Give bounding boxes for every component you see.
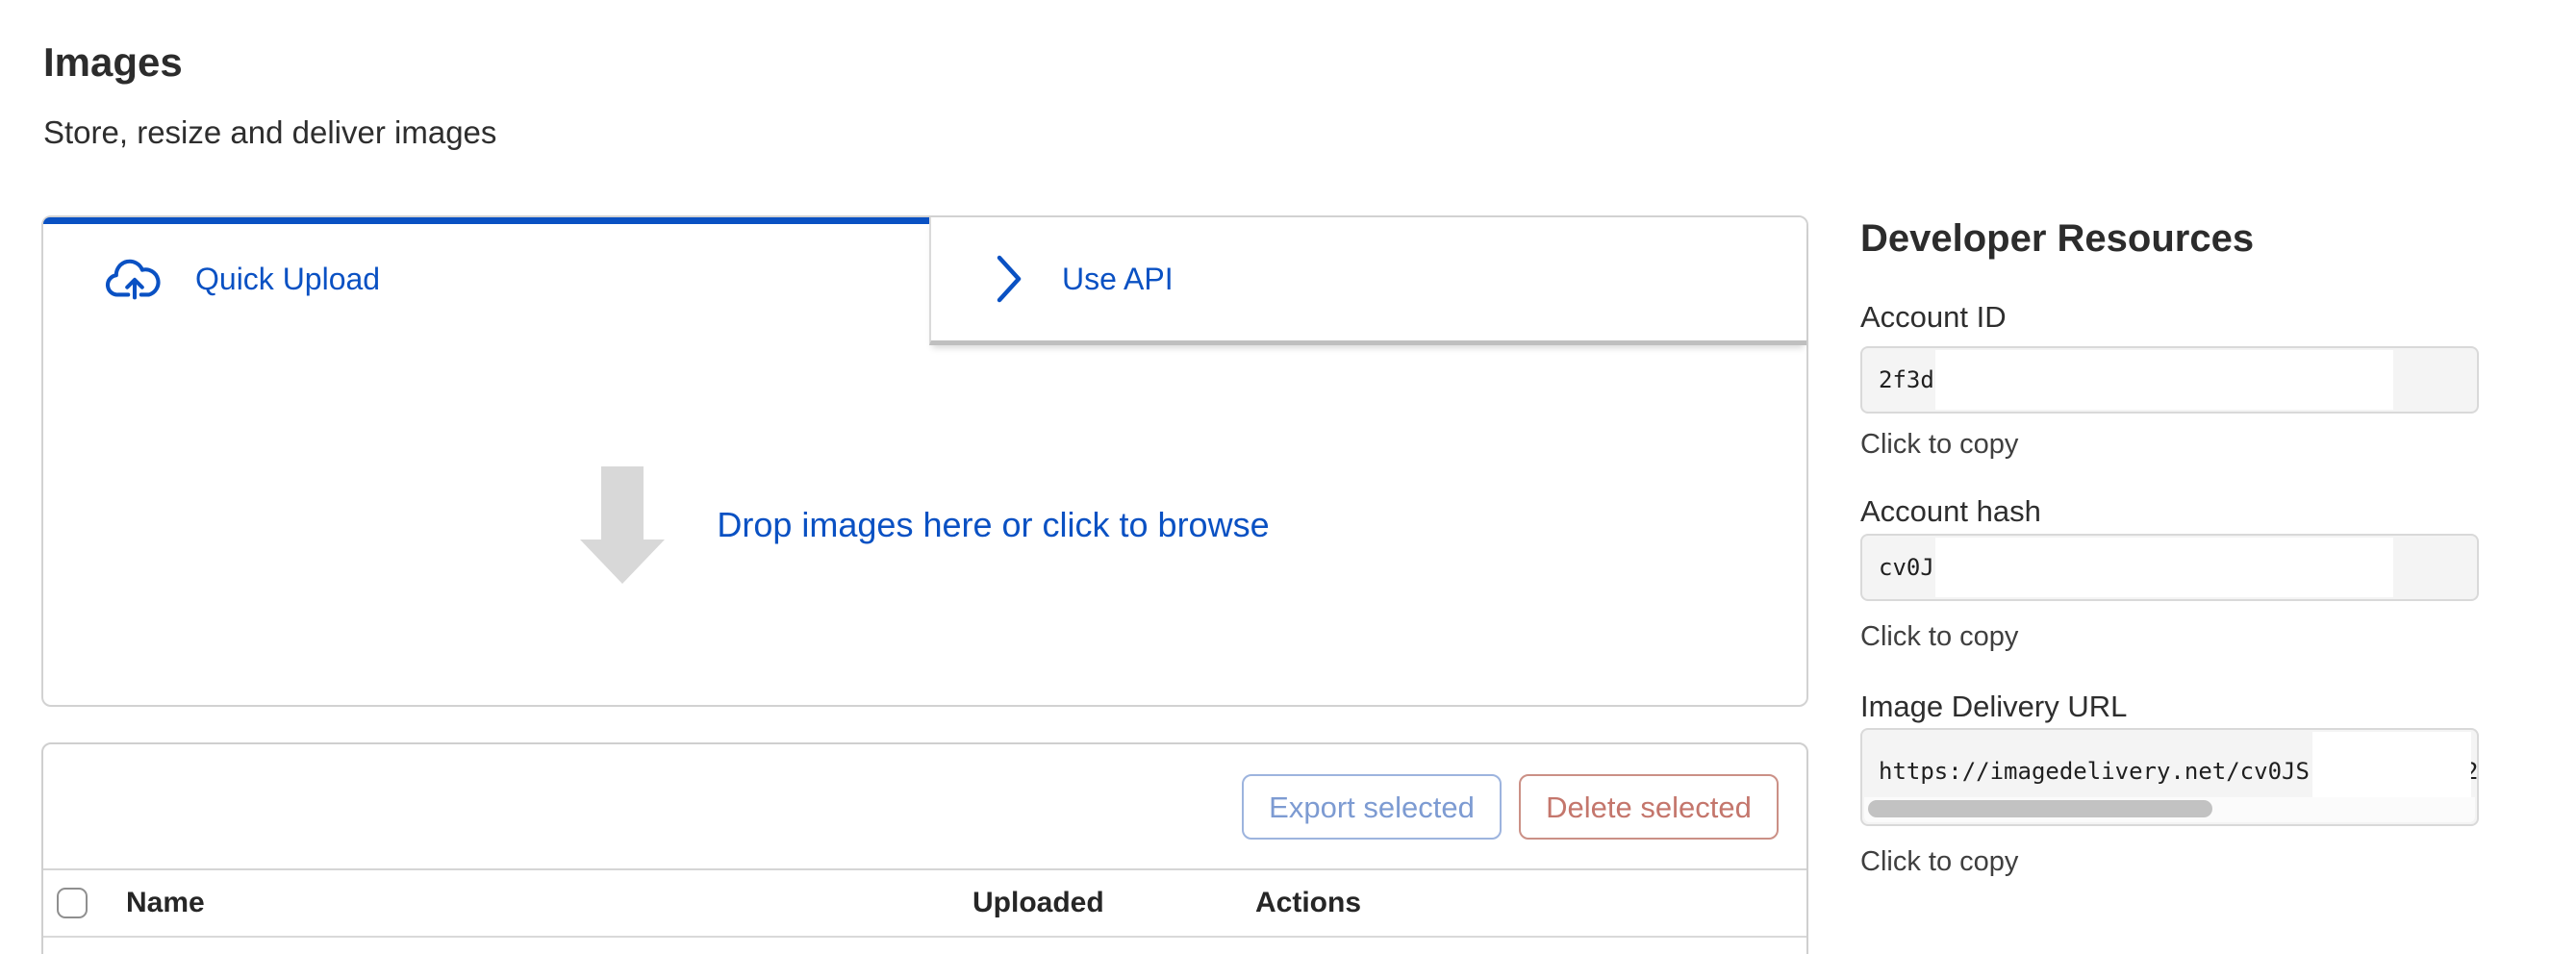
horizontal-scrollbar-thumb[interactable] <box>1868 800 2212 817</box>
developer-resources-panel: Developer Resources Account ID 2f3d Clic… <box>1860 215 2479 889</box>
account-hash-copy-field[interactable]: cv0J <box>1860 534 2479 601</box>
image-delivery-url-label: Image Delivery URL <box>1860 691 2127 721</box>
tab-use-api-label: Use API <box>1062 264 1174 294</box>
tab-quick-upload[interactable]: Quick Upload <box>43 217 929 340</box>
redaction-overlay <box>1935 538 2393 597</box>
export-selected-button[interactable]: Export selected <box>1242 774 1502 840</box>
page-title: Images <box>43 40 183 85</box>
chevron-right-icon <box>995 254 1023 304</box>
delete-selected-button[interactable]: Delete selected <box>1519 774 1779 840</box>
column-header-name: Name <box>126 889 205 917</box>
select-all-checkbox[interactable] <box>57 888 88 918</box>
image-delivery-url-copy-hint: Click to copy <box>1860 848 2018 876</box>
account-id-copy-field[interactable]: 2f3d <box>1860 346 2479 414</box>
account-hash-value: cv0J <box>1879 556 1934 579</box>
developer-resources-title: Developer Resources <box>1860 217 2254 260</box>
tab-row: Quick Upload Use API <box>43 217 1806 340</box>
redaction-overlay <box>2312 732 2471 801</box>
dropzone-label: Drop images here or click to browse <box>717 508 1269 542</box>
image-delivery-url-copy-field[interactable]: https://imagedelivery.net/cv0JS 2 <box>1860 728 2479 826</box>
page-subtitle: Store, resize and deliver images <box>43 115 496 150</box>
account-id-label: Account ID <box>1860 302 2007 332</box>
horizontal-scrollbar-track[interactable] <box>1864 797 2475 822</box>
images-table-card: Export selected Delete selected Name Upl… <box>41 742 1808 954</box>
upload-panel: Quick Upload Use API Drop images here or… <box>41 215 1808 707</box>
table-toolbar: Export selected Delete selected <box>43 744 1806 870</box>
tab-quick-upload-label: Quick Upload <box>195 264 380 294</box>
account-id-copy-hint: Click to copy <box>1860 431 2018 459</box>
tab-use-api[interactable]: Use API <box>929 217 1806 345</box>
image-dropzone[interactable]: Drop images here or click to browse <box>43 345 1806 705</box>
image-delivery-url-value: https://imagedelivery.net/cv0JS <box>1879 760 2310 783</box>
account-id-value: 2f3d <box>1879 368 1934 391</box>
account-hash-label: Account hash <box>1860 496 2041 526</box>
column-header-uploaded: Uploaded <box>972 889 1104 917</box>
table-header-row: Name Uploaded Actions <box>43 870 1806 938</box>
column-header-actions: Actions <box>1255 889 1361 917</box>
cloud-upload-icon <box>105 255 164 303</box>
redaction-overlay <box>1935 350 2393 410</box>
down-arrow-icon <box>580 466 665 584</box>
account-hash-copy-hint: Click to copy <box>1860 623 2018 651</box>
